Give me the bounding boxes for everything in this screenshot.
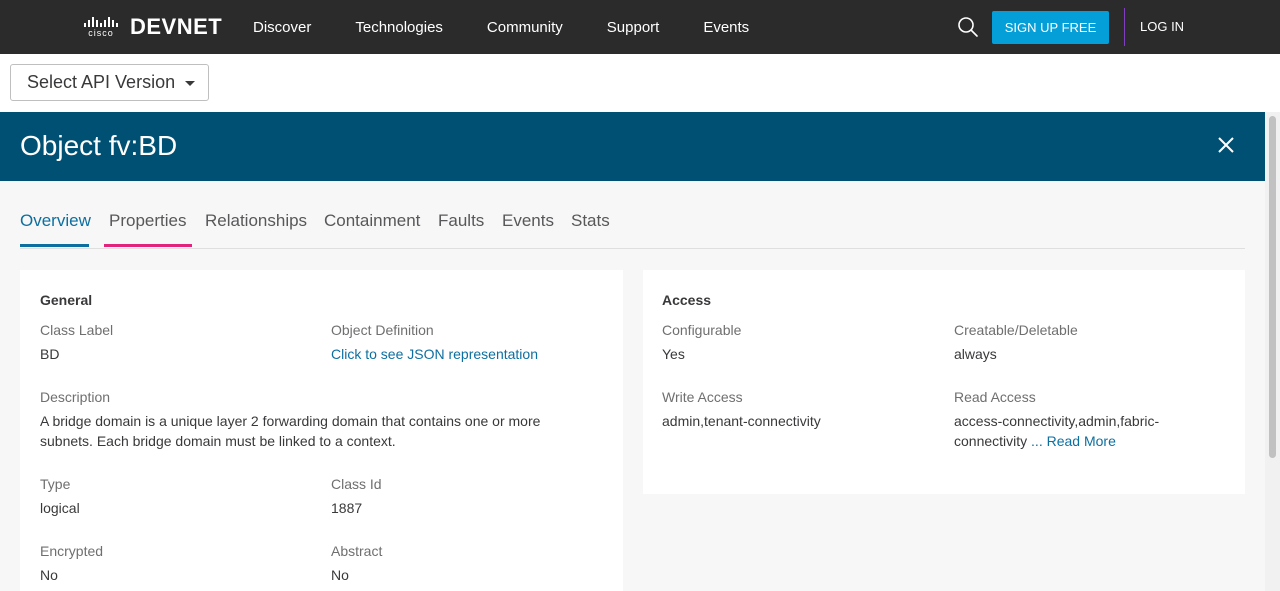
access-title: Access	[662, 292, 712, 308]
tab-stats[interactable]: Stats	[571, 211, 610, 231]
close-icon[interactable]	[1217, 136, 1235, 154]
active-tab-indicator	[20, 244, 89, 247]
object-title: Object fv:BD	[20, 130, 178, 161]
encrypted-label: Encrypted	[40, 543, 104, 559]
log-in-link[interactable]: LOG IN	[1140, 19, 1184, 34]
page-scrollbar[interactable]	[1265, 112, 1280, 591]
top-navigation: cisco DEVNET Discover Technologies Commu…	[0, 0, 1280, 54]
read-access-value-line2: connectivity ... Read More	[954, 431, 1116, 451]
tab-relationships[interactable]: Relationships	[205, 211, 307, 231]
creatable-deletable-value: always	[954, 346, 997, 362]
caret-down-icon	[185, 81, 196, 86]
general-card: General Class Label BD Object Definition…	[20, 270, 623, 591]
class-id-value: 1887	[331, 500, 363, 516]
hover-tab-indicator	[104, 244, 192, 247]
read-more-link[interactable]: ... Read More	[1031, 433, 1116, 449]
devnet-wordmark: DEVNET	[130, 14, 223, 39]
tab-events[interactable]: Events	[502, 211, 554, 231]
read-access-label: Read Access	[954, 389, 1036, 405]
class-id-label: Class Id	[331, 476, 382, 492]
sign-up-button[interactable]: SIGN UP FREE	[992, 11, 1109, 44]
description-label: Description	[40, 389, 111, 405]
access-card: Access Configurable Yes Creatable/Deleta…	[643, 270, 1245, 494]
tab-properties[interactable]: Properties	[109, 211, 186, 231]
search-icon[interactable]	[957, 16, 979, 38]
read-access-value-line1: access-connectivity,admin,fabric-	[954, 413, 1160, 429]
object-header: Object fv:BD	[0, 112, 1265, 181]
api-version-label: Select API Version	[27, 72, 176, 92]
nav-link-community[interactable]: Community	[487, 19, 563, 36]
write-access-value: admin,tenant-connectivity	[662, 413, 821, 429]
tab-faults[interactable]: Faults	[438, 211, 484, 231]
abstract-value: No	[331, 567, 349, 583]
write-access-label: Write Access	[662, 389, 743, 405]
read-access-value-rest: connectivity	[954, 433, 1028, 449]
cisco-logo-icon: cisco	[84, 16, 118, 38]
nav-link-discover[interactable]: Discover	[253, 19, 311, 36]
tab-overview[interactable]: Overview	[20, 211, 91, 231]
devnet-logo[interactable]: cisco DEVNET	[84, 14, 223, 39]
type-value: logical	[40, 500, 80, 516]
nav-link-support[interactable]: Support	[607, 19, 660, 36]
encrypted-value: No	[40, 567, 58, 583]
class-label-value: BD	[40, 346, 60, 362]
object-definition-label: Object Definition	[331, 322, 434, 338]
cisco-wordmark: cisco	[88, 27, 114, 38]
type-label: Type	[40, 476, 71, 492]
configurable-label: Configurable	[662, 322, 742, 338]
class-label-label: Class Label	[40, 322, 114, 338]
json-representation-link[interactable]: Click to see JSON representation	[331, 344, 538, 364]
general-title: General	[40, 292, 93, 308]
abstract-label: Abstract	[331, 543, 383, 559]
configurable-value: Yes	[662, 346, 685, 362]
scrollbar-thumb[interactable]	[1269, 116, 1276, 458]
nav-divider	[1124, 8, 1125, 46]
object-content: Overview Properties Relationships Contai…	[0, 181, 1265, 591]
creatable-deletable-label: Creatable/Deletable	[954, 322, 1078, 338]
api-version-select[interactable]: Select API Version	[10, 64, 209, 101]
main-nav-links: Discover Technologies Community Support …	[253, 0, 793, 54]
object-tabs: Overview Properties Relationships Contai…	[20, 181, 1245, 249]
description-value: A bridge domain is a unique layer 2 forw…	[40, 413, 541, 449]
nav-link-events[interactable]: Events	[703, 19, 749, 36]
nav-link-technologies[interactable]: Technologies	[355, 19, 443, 36]
tab-containment[interactable]: Containment	[324, 211, 420, 231]
